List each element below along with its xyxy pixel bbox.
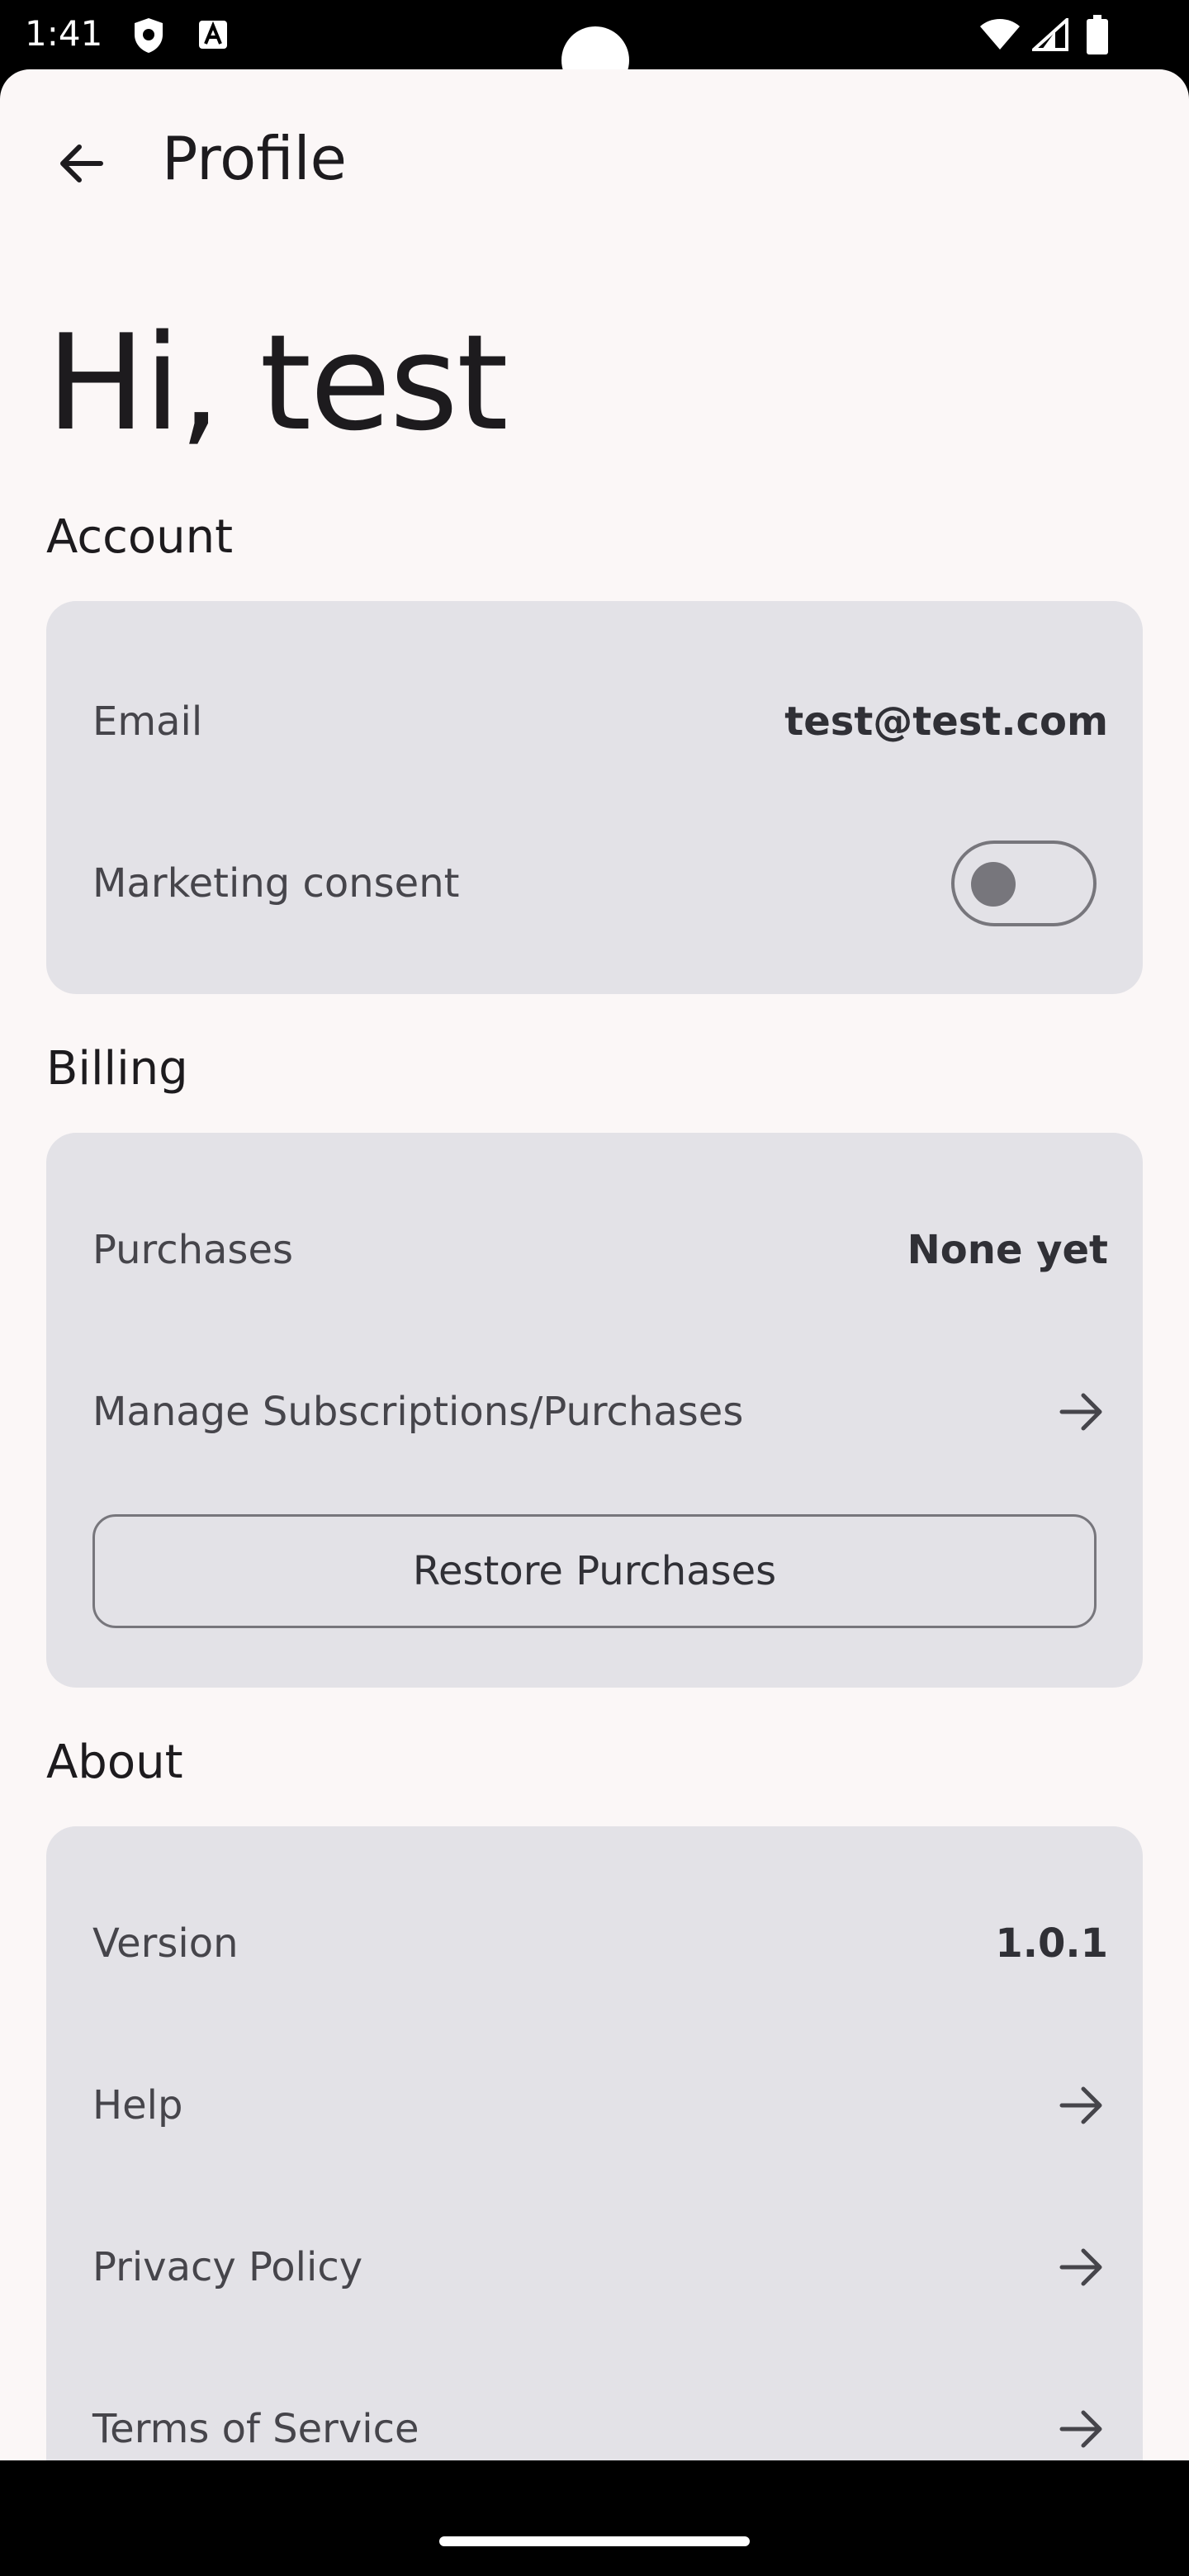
privacy-policy-row[interactable]: Privacy Policy [92,2226,1108,2308]
arrow-back-icon [60,144,103,182]
status-time: 1:41 [25,13,103,54]
restore-purchases-button[interactable]: Restore Purchases [92,1514,1097,1628]
terms-of-service-label: Terms of Service [92,2406,419,2452]
account-card: Email test@test.com Marketing consent [46,601,1143,994]
signal-icon [1032,18,1068,51]
arrow-forward-icon [1055,2403,1108,2455]
page-title: Profile [162,124,347,193]
a-notification-icon [199,21,227,49]
version-value: 1.0.1 [995,1920,1108,1967]
email-label: Email [92,698,203,745]
email-value: test@test.com [784,698,1108,745]
account-section-title: Account [46,510,234,564]
arrow-forward-icon [1055,2079,1108,2132]
terms-of-service-row[interactable]: Terms of Service [92,2388,1108,2460]
arrow-forward-icon [1055,1385,1108,1438]
help-label: Help [92,2082,183,2129]
marketing-consent-row: Marketing consent [92,841,1097,926]
wifi-icon [980,19,1020,50]
version-row: Version 1.0.1 [92,1902,1108,1985]
profile-screen: Profile Hi, test Account Email test@test… [0,69,1189,2460]
purchases-value: None yet [907,1227,1108,1273]
marketing-consent-toggle[interactable] [951,841,1097,926]
purchases-row: Purchases None yet [92,1209,1108,1291]
purchases-label: Purchases [92,1227,293,1273]
battery-icon [1087,15,1108,54]
about-section-title: About [46,1735,183,1789]
greeting-heading: Hi, test [46,305,509,460]
status-bar: 1:41 [0,0,1189,94]
privacy-policy-label: Privacy Policy [92,2244,363,2290]
billing-section-title: Billing [46,1042,188,1096]
manage-subscriptions-label: Manage Subscriptions/Purchases [92,1389,744,1435]
shield-icon [135,18,163,53]
email-row: Email test@test.com [92,680,1108,763]
manage-subscriptions-row[interactable]: Manage Subscriptions/Purchases [92,1371,1108,1453]
navigation-bar [0,2460,1189,2576]
home-gesture-handle[interactable] [439,2536,750,2546]
app-bar: Profile [0,69,1189,254]
toggle-knob [971,862,1016,907]
version-label: Version [92,1920,239,1967]
marketing-consent-label: Marketing consent [92,860,460,907]
back-button[interactable] [50,132,112,195]
arrow-forward-icon [1055,2241,1108,2294]
billing-card: Purchases None yet Manage Subscriptions/… [46,1133,1143,1688]
about-card: Version 1.0.1 Help Privacy Policy Terms … [46,1826,1143,2460]
help-row[interactable]: Help [92,2064,1108,2147]
